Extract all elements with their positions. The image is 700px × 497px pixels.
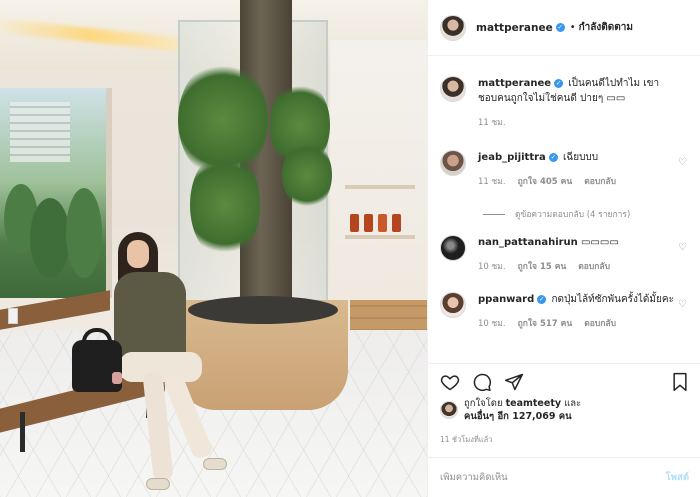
header-separator: • [569, 22, 576, 33]
reply-button[interactable]: ตอบกลับ [578, 259, 610, 273]
caption-avatar[interactable] [440, 76, 466, 102]
caption-username[interactable]: mattperanee [478, 78, 551, 89]
photo-handbag [72, 340, 122, 392]
liker-username[interactable]: teamteety [506, 398, 561, 409]
photo-wall [330, 40, 427, 300]
comment-username[interactable]: jeab_pijittra [478, 152, 546, 163]
verified-badge-icon: ✓ [555, 23, 565, 32]
post-photo[interactable] [0, 0, 427, 497]
heart-icon[interactable] [440, 372, 460, 392]
comment-icon[interactable] [472, 372, 492, 392]
add-comment-bar: โพสต์ [428, 457, 700, 497]
emoji-placeholder: ▭▭ [606, 93, 626, 104]
comment-text: กดปุ่มไล้ท์ซักพันครั้งได้มั้ยคะ [551, 294, 674, 305]
post-header: mattperanee ✓ • กำลังติดตาม [428, 0, 700, 56]
likes-summary: ถูกใจโดย teamteety และ คนอื่นๆ อีก 127,0… [440, 397, 581, 423]
comment-likes[interactable]: ถูกใจ 517 คน [518, 316, 573, 330]
comment-heart-icon[interactable]: ♡ [678, 300, 689, 310]
instagram-post: mattperanee ✓ • กำลังติดตาม mattperanee ✓… [0, 0, 700, 497]
commenter-avatar[interactable] [440, 292, 466, 318]
likes-prefix: ถูกใจโดย [464, 398, 503, 409]
comment-likes[interactable]: ถูกใจ 405 คน [518, 174, 573, 188]
view-replies-label: ดูข้อความตอบกลับ (4 รายการ) [515, 210, 631, 220]
photo-window [0, 88, 112, 298]
emoji-placeholder: ▭▭▭▭ [580, 237, 619, 248]
commenter-avatar[interactable] [440, 150, 466, 176]
verified-badge-icon: ✓ [537, 294, 547, 304]
reply-button[interactable]: ตอบกลับ [584, 174, 616, 188]
reply-button[interactable]: ตอบกลับ [584, 316, 616, 330]
comment-text: เฉียบบบ [563, 152, 599, 163]
replies-line [483, 213, 505, 215]
comment-time[interactable]: 10 ชม. [478, 259, 506, 273]
comment-time[interactable]: 11 ชม. [478, 174, 506, 188]
verified-badge-icon: ✓ [548, 152, 558, 162]
comment-time[interactable]: 10 ชม. [478, 316, 506, 330]
likes-others[interactable]: คนอื่นๆ อีก 127,069 คน [464, 411, 572, 422]
comments-list[interactable]: mattperanee ✓ เป็นคนดีไปทำไม เขาชอบคนถูกใ… [428, 57, 700, 363]
liker-avatar[interactable] [440, 401, 458, 419]
caption-time[interactable]: 11 ชม. [478, 115, 506, 129]
comment-heart-icon[interactable]: ♡ [678, 243, 689, 253]
action-bar [428, 363, 700, 395]
likes-and: และ [564, 398, 582, 409]
post-side-panel: mattperanee ✓ • กำลังติดตาม mattperanee ✓… [427, 0, 700, 497]
comment-heart-icon[interactable]: ♡ [678, 158, 689, 168]
comment-likes[interactable]: ถูกใจ 15 คน [518, 259, 567, 273]
author-avatar[interactable] [440, 14, 466, 41]
comment-input[interactable] [440, 472, 630, 483]
commenter-avatar[interactable] [440, 235, 466, 261]
view-replies-button[interactable]: ดูข้อความตอบกลับ (4 รายการ) [483, 207, 630, 221]
verified-badge-icon: ✓ [554, 78, 564, 88]
bookmark-icon[interactable] [670, 372, 690, 392]
post-comment-button[interactable]: โพสต์ [666, 470, 689, 485]
comment-item: nan_pattanahirun ▭▭▭▭ 10 ชม. ถูกใจ 15 คน… [440, 235, 695, 273]
comment-username[interactable]: ppanward [478, 294, 534, 305]
comment-item: jeab_pijittra ✓ เฉียบบบ 11 ชม. ถูกใจ 405 … [440, 150, 695, 188]
post-timestamp[interactable]: 11 ชั่วโมงที่แล้ว [440, 434, 492, 446]
caption: mattperanee ✓ เป็นคนดีไปทำไม เขาชอบคนถูกใ… [440, 76, 695, 129]
share-icon[interactable] [504, 372, 524, 392]
author-username[interactable]: mattperanee [476, 22, 553, 34]
following-button[interactable]: กำลังติดตาม [579, 20, 633, 35]
comment-item: ppanward ✓ กดปุ่มไล้ท์ซักพันครั้งได้มั้ยค… [440, 292, 695, 330]
comment-username[interactable]: nan_pattanahirun [478, 237, 578, 248]
